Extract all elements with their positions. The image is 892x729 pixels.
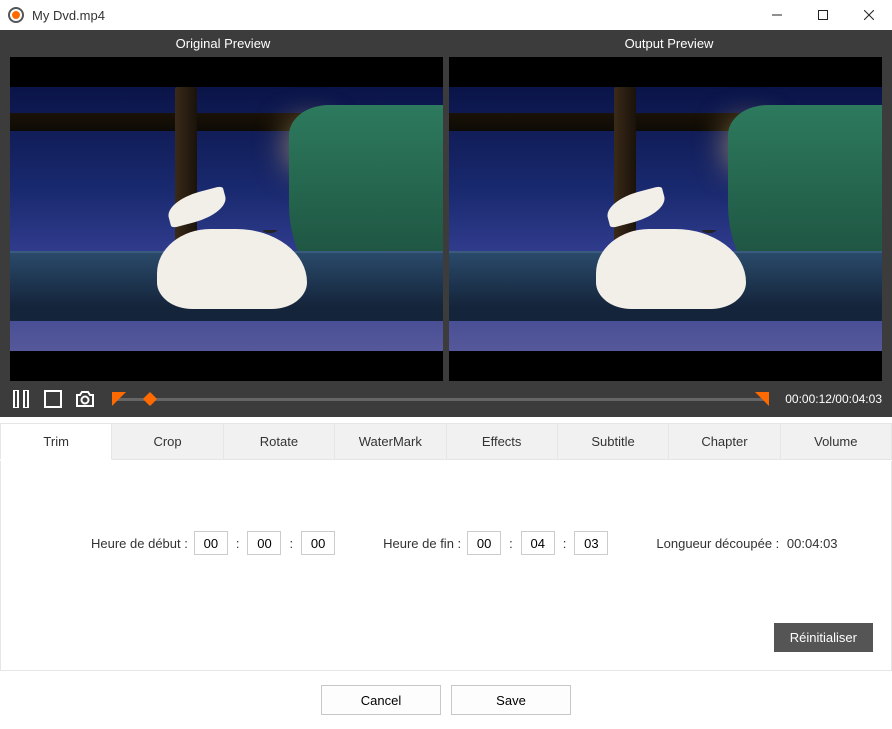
pause-icon[interactable] (10, 388, 32, 410)
original-preview (10, 57, 443, 381)
timecode: 00:00:12/00:04:03 (785, 392, 882, 406)
tab-chapter[interactable]: Chapter (669, 423, 780, 460)
start-mm-input[interactable] (247, 531, 281, 555)
output-preview-label: Output Preview (446, 36, 892, 51)
tab-watermark[interactable]: WaterMark (335, 423, 446, 460)
end-mm-input[interactable] (521, 531, 555, 555)
maximize-button[interactable] (800, 0, 846, 30)
tab-trim[interactable]: Trim (0, 423, 112, 460)
footer: Cancel Save (0, 671, 892, 729)
trim-handle-end[interactable] (755, 392, 769, 406)
trim-timeline[interactable] (112, 398, 769, 401)
trim-handle-start[interactable] (112, 392, 126, 406)
end-hh-input[interactable] (467, 531, 501, 555)
tab-subtitle[interactable]: Subtitle (558, 423, 669, 460)
end-ss-input[interactable] (574, 531, 608, 555)
trim-panel: Heure de début : : : Heure de fin : : : … (0, 461, 892, 671)
close-button[interactable] (846, 0, 892, 30)
output-preview (449, 57, 882, 381)
tab-rotate[interactable]: Rotate (224, 423, 335, 460)
tab-effects[interactable]: Effects (447, 423, 558, 460)
titlebar: My Dvd.mp4 (0, 0, 892, 30)
save-button[interactable]: Save (451, 685, 571, 715)
camera-icon[interactable] (74, 388, 96, 410)
start-time-label: Heure de début : (91, 536, 188, 551)
minimize-button[interactable] (754, 0, 800, 30)
tab-row: Trim Crop Rotate WaterMark Effects Subti… (0, 423, 892, 461)
tab-volume[interactable]: Volume (781, 423, 892, 460)
reset-button[interactable]: Réinitialiser (774, 623, 873, 652)
start-ss-input[interactable] (301, 531, 335, 555)
start-hh-input[interactable] (194, 531, 228, 555)
window-title: My Dvd.mp4 (32, 8, 105, 23)
playhead[interactable] (143, 391, 157, 405)
original-preview-label: Original Preview (0, 36, 446, 51)
tab-crop[interactable]: Crop (112, 423, 223, 460)
stop-icon[interactable] (42, 388, 64, 410)
cut-length: Longueur découpée : 00:04:03 (656, 536, 837, 551)
end-time-label: Heure de fin : (383, 536, 461, 551)
preview-area: Original Preview Output Preview (0, 30, 892, 417)
cancel-button[interactable]: Cancel (321, 685, 441, 715)
app-icon (8, 7, 24, 23)
